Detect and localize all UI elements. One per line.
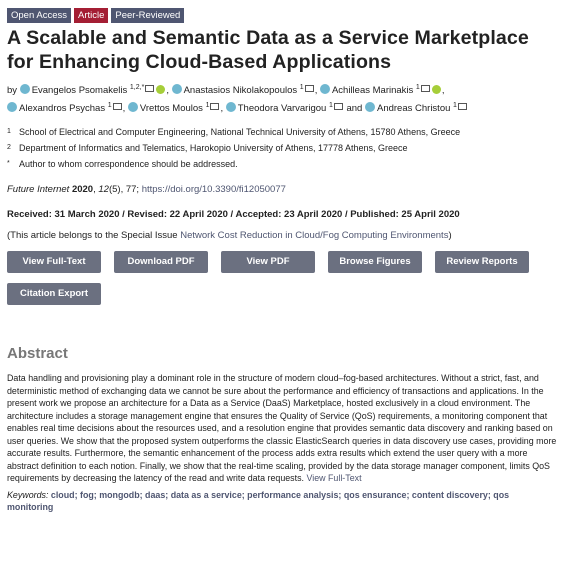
- citation-export-button[interactable]: Citation Export: [7, 283, 101, 306]
- article-title: A Scalable and Semantic Data as a Servic…: [7, 27, 529, 73]
- special-issue-line: (This article belongs to the Special Iss…: [7, 230, 557, 241]
- open-access-badge[interactable]: Open Access: [7, 8, 71, 23]
- affiliation-row: * Author to whom correspondence should b…: [7, 158, 557, 170]
- special-issue-suffix: ): [448, 230, 452, 242]
- review-reports-button[interactable]: Review Reports: [435, 251, 529, 274]
- author-sup: 1: [107, 102, 112, 110]
- author-icon: [364, 102, 375, 113]
- affiliation-row: 1 School of Electrical and Computer Engi…: [7, 126, 557, 138]
- author-icon: [225, 102, 236, 113]
- email-icon[interactable]: [457, 103, 467, 111]
- author-name[interactable]: Theodora Varvarigou: [238, 103, 327, 114]
- author-name[interactable]: Alexandros Psychas: [19, 103, 105, 114]
- and-label: and: [346, 103, 363, 115]
- citation-line: Future Internet 2020, 12(5), 77; https:/…: [7, 184, 286, 196]
- special-issue-prefix: (This article belongs to the Special Iss…: [7, 230, 181, 242]
- email-icon[interactable]: [420, 85, 430, 93]
- affiliation-row: 2 Department of Informatics and Telemati…: [7, 142, 557, 154]
- author-name[interactable]: Andreas Christou: [377, 103, 450, 114]
- keywords-line: Keywords: cloud; fog; mongodb; daas; dat…: [7, 489, 557, 514]
- orcid-icon[interactable]: [156, 85, 166, 95]
- doi-link[interactable]: https://doi.org/10.3390/fi12050077: [142, 184, 286, 195]
- author-icon: [19, 84, 30, 95]
- keywords-list[interactable]: cloud; fog; mongodb; daas; data as a ser…: [7, 490, 509, 513]
- badges: Open Access Article Peer-Reviewed: [7, 8, 557, 23]
- journal-issue-pages: (5), 77;: [108, 184, 142, 196]
- author-name[interactable]: Achilleas Marinakis: [332, 85, 413, 96]
- author-name[interactable]: Anastasios Nikolakopoulos: [184, 85, 298, 96]
- download-pdf-button[interactable]: Download PDF: [114, 251, 208, 274]
- author-icon: [171, 84, 182, 95]
- author-name[interactable]: Vrettos Moulos: [140, 103, 203, 114]
- email-icon[interactable]: [333, 103, 343, 111]
- orcid-icon[interactable]: [431, 85, 441, 95]
- abstract-heading: Abstract: [7, 345, 68, 363]
- abstract-body: Data handling and provisioning play a do…: [7, 373, 557, 484]
- browse-figures-button[interactable]: Browse Figures: [328, 251, 422, 274]
- affiliation-num: 2: [7, 144, 11, 152]
- article-badge: Article: [73, 8, 109, 23]
- author-sup: 1: [328, 102, 333, 110]
- view-full-text-button[interactable]: View Full-Text: [7, 251, 101, 274]
- affiliation-text: Author to whom correspondence should be …: [19, 159, 238, 170]
- author-name[interactable]: Evangelos Psomakelis: [32, 85, 128, 96]
- author-sup: 1: [205, 102, 210, 110]
- peer-reviewed-badge[interactable]: Peer-Reviewed: [111, 8, 185, 23]
- author-sup: 1: [453, 102, 457, 110]
- keywords-label: Keywords:: [7, 489, 49, 500]
- action-buttons: View Full-Text Download PDF View PDF Bro…: [7, 251, 547, 315]
- authors-list: by Evangelos Psomakelis 1,2,*, Anastasio…: [7, 80, 557, 116]
- author-icon: [127, 102, 138, 113]
- email-icon[interactable]: [210, 103, 220, 111]
- journal-name: Future Internet: [7, 184, 70, 196]
- author-icon: [319, 84, 330, 95]
- affiliation-num: *: [7, 160, 10, 168]
- special-issue-link[interactable]: Network Cost Reduction in Cloud/Fog Comp…: [180, 230, 448, 241]
- author-icon: [7, 102, 17, 113]
- affiliation-text: School of Electrical and Computer Engine…: [19, 127, 461, 138]
- abstract-view-full-text-link[interactable]: View Full-Text: [306, 473, 361, 483]
- article-page: Open Access Article Peer-Reviewed A Scal…: [0, 0, 565, 514]
- journal-volume: 12: [98, 184, 109, 196]
- author-sup: 1,2,*: [129, 84, 145, 91]
- abstract-text: Data handling and provisioning play a do…: [7, 372, 557, 485]
- dates-line: Received: 31 March 2020 / Revised: 22 Ap…: [7, 209, 460, 221]
- email-icon[interactable]: [304, 85, 314, 93]
- affiliations: 1 School of Electrical and Computer Engi…: [7, 126, 557, 170]
- view-pdf-button[interactable]: View PDF: [221, 251, 315, 274]
- author-sup: 1: [299, 84, 304, 91]
- affiliation-text: Department of Informatics and Telematics…: [19, 143, 408, 154]
- by-label: by: [7, 85, 18, 97]
- author-sup: 1: [415, 84, 420, 91]
- email-icon[interactable]: [145, 85, 155, 93]
- journal-year: 2020: [71, 184, 94, 196]
- affiliation-num: 1: [7, 128, 11, 136]
- email-icon[interactable]: [112, 103, 122, 111]
